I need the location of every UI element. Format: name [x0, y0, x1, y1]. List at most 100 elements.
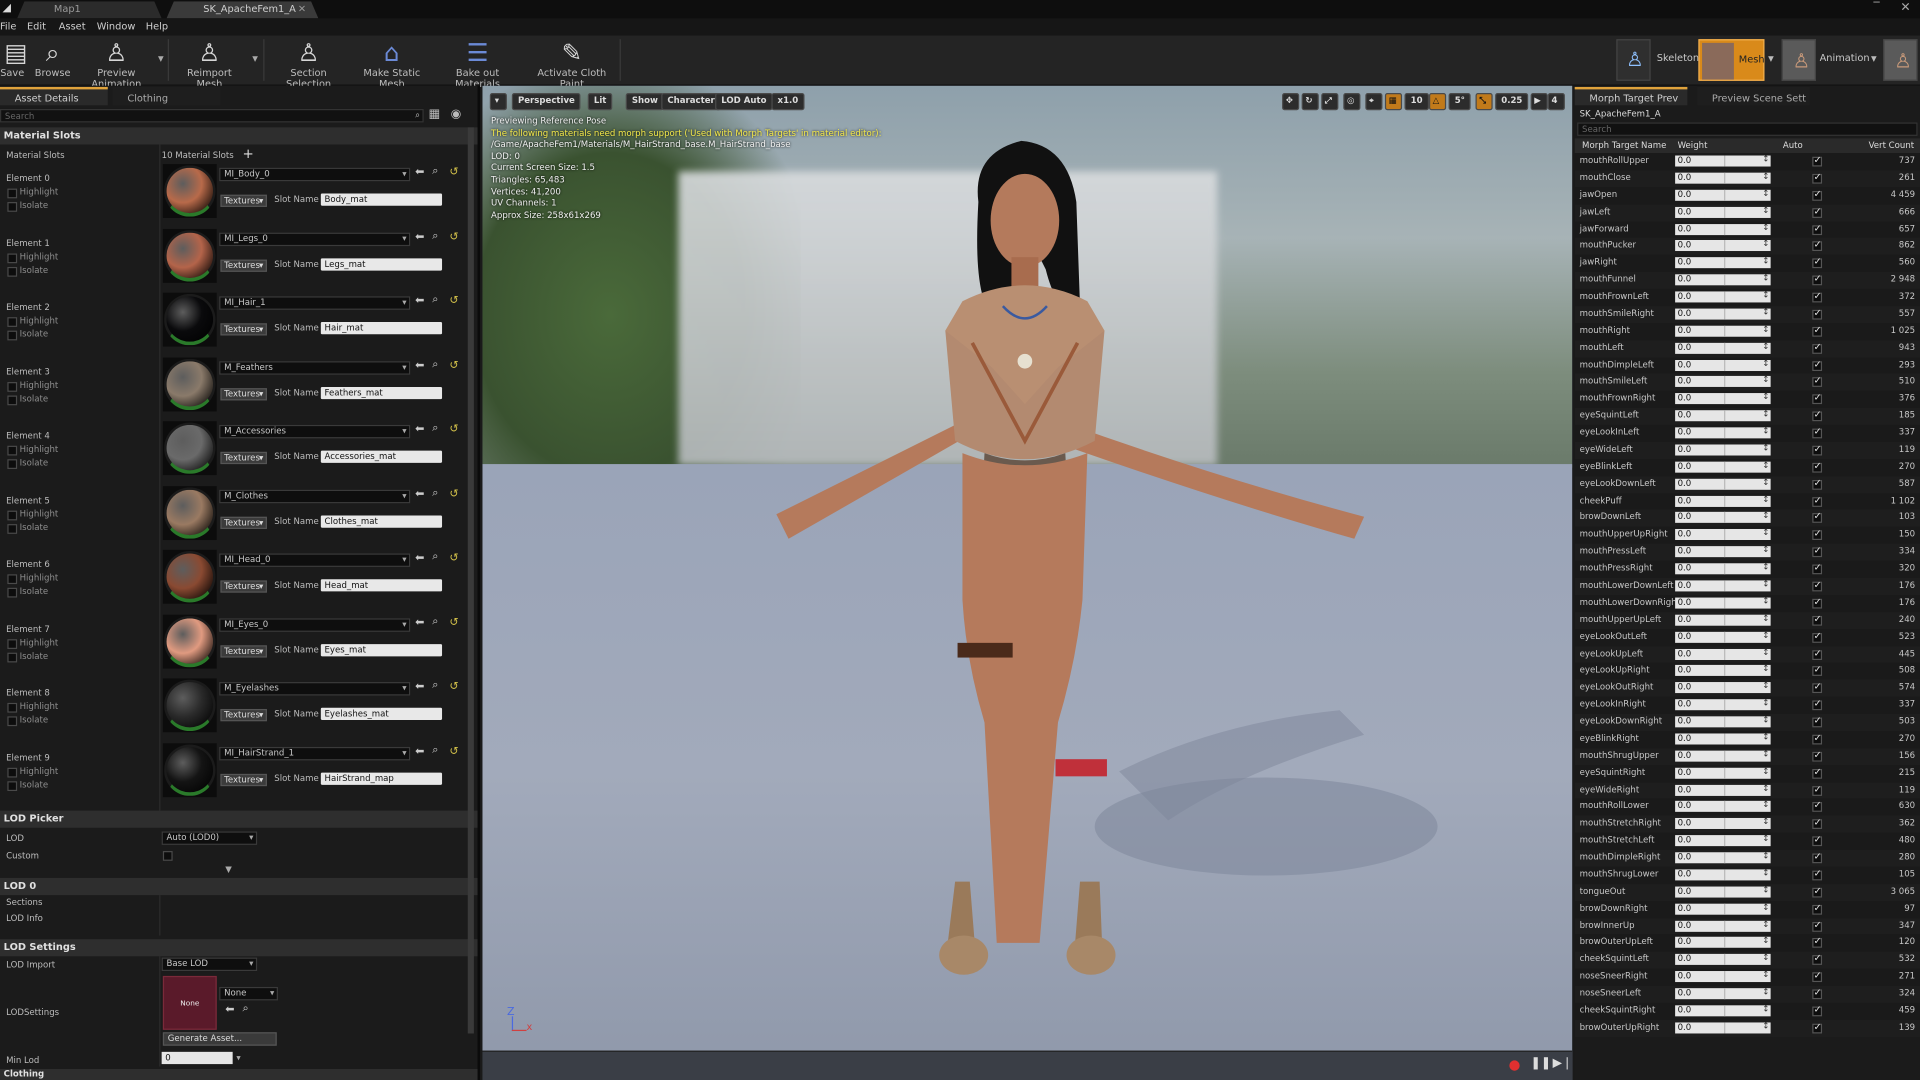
window-close-icon[interactable]: ✕ — [1900, 1, 1910, 14]
textures-dropdown[interactable]: Textures — [220, 451, 267, 465]
morph-target-row[interactable]: cheekSquintRight 0.0 459 — [1574, 1002, 1920, 1021]
reset-arrow-icon[interactable]: ↺ — [449, 424, 458, 436]
morph-weight-input[interactable]: 0.0 — [1675, 223, 1725, 235]
material-thumbnail[interactable] — [162, 356, 217, 411]
textures-dropdown[interactable]: Textures — [220, 194, 267, 207]
morph-weight-slider[interactable] — [1724, 239, 1771, 252]
use-selected-arrow-icon[interactable]: ⬅ — [415, 295, 424, 307]
morph-weight-input[interactable]: 0.0 — [1675, 835, 1725, 847]
menu-help[interactable]: Help — [146, 21, 168, 32]
camera-speed-icon[interactable]: ▶ — [1530, 93, 1548, 111]
morph-auto-checkbox[interactable] — [1812, 528, 1823, 541]
highlight-checkbox[interactable] — [7, 252, 18, 263]
morph-target-row[interactable]: browOuterUpRight 0.0 139 — [1574, 1019, 1920, 1037]
lod-settings-thumbnail[interactable]: None — [162, 975, 217, 1030]
morph-weight-input[interactable]: 0.0 — [1675, 801, 1725, 813]
morph-auto-checkbox[interactable] — [1812, 409, 1823, 422]
world-local-icon[interactable]: ◎ — [1343, 93, 1361, 111]
skeleton-mode-label[interactable]: Skeleton — [1657, 53, 1699, 64]
material-thumbnail[interactable] — [162, 292, 217, 347]
morph-weight-input[interactable]: 0.0 — [1675, 971, 1725, 983]
material-thumbnail[interactable] — [162, 228, 217, 283]
isolate-checkbox[interactable] — [7, 202, 18, 212]
morph-target-row[interactable]: mouthFrownLeft 0.0 372 — [1574, 289, 1920, 307]
animation-dropdown-icon[interactable]: ▼ — [1871, 55, 1877, 64]
morph-weight-input[interactable]: 0.0 — [1675, 682, 1725, 694]
morph-auto-checkbox[interactable] — [1812, 562, 1823, 575]
morph-weight-slider[interactable] — [1724, 171, 1771, 184]
viewport-options-icon[interactable]: ▾ — [489, 93, 507, 111]
section-selection-button[interactable]: ♙ Section Selection — [272, 38, 345, 89]
morph-weight-slider[interactable] — [1724, 664, 1771, 677]
morph-auto-checkbox[interactable] — [1812, 579, 1823, 592]
morph-weight-slider[interactable] — [1724, 613, 1771, 626]
morph-target-row[interactable]: mouthShrugUpper 0.0 156 — [1574, 747, 1920, 766]
min-lod-input[interactable]: 0 — [161, 1051, 233, 1065]
preview-dropdown-icon[interactable]: ▼ — [158, 55, 164, 64]
morph-auto-checkbox[interactable] — [1812, 494, 1823, 507]
step-forward-icon[interactable]: ▶❘ — [1553, 1057, 1573, 1070]
lod-select[interactable]: Auto (LOD0) — [161, 831, 258, 845]
morph-target-row[interactable]: mouthSmileRight 0.0 557 — [1574, 306, 1920, 324]
section-clothing[interactable]: Clothing — [0, 1068, 478, 1080]
morph-weight-slider[interactable] — [1724, 647, 1771, 660]
isolate-checkbox[interactable] — [7, 394, 18, 405]
morph-auto-checkbox[interactable] — [1812, 205, 1823, 218]
morph-auto-checkbox[interactable] — [1812, 885, 1823, 898]
morph-target-row[interactable]: cheekPuff 0.0 1 102 — [1574, 492, 1920, 511]
morph-auto-checkbox[interactable] — [1812, 783, 1823, 796]
morph-weight-slider[interactable] — [1724, 902, 1771, 915]
highlight-checkbox[interactable] — [7, 188, 18, 199]
morph-target-row[interactable]: jawOpen 0.0 4 459 — [1574, 187, 1920, 205]
morph-target-row[interactable]: eyeLookUpRight 0.0 508 — [1574, 662, 1920, 681]
morph-target-row[interactable]: jawLeft 0.0 666 — [1574, 204, 1920, 222]
morph-auto-checkbox[interactable] — [1812, 936, 1823, 949]
morph-weight-slider[interactable] — [1724, 154, 1771, 167]
rotation-snap-button[interactable]: 5° — [1448, 93, 1472, 111]
browse-magnifier-icon[interactable]: ⌕ — [432, 487, 438, 499]
morph-target-row[interactable]: tongueOut 0.0 3 065 — [1574, 883, 1920, 902]
morph-auto-checkbox[interactable] — [1812, 987, 1823, 1000]
morph-weight-slider[interactable] — [1724, 460, 1771, 473]
header-weight[interactable]: Weight — [1678, 141, 1708, 151]
morph-auto-checkbox[interactable] — [1812, 324, 1823, 337]
morph-weight-input[interactable]: 0.0 — [1675, 784, 1725, 796]
morph-weight-input[interactable]: 0.0 — [1675, 767, 1725, 779]
morph-target-row[interactable]: browInnerUp 0.0 347 — [1574, 917, 1920, 936]
save-button[interactable]: ▤ Save — [0, 38, 27, 85]
morph-auto-checkbox[interactable] — [1812, 477, 1823, 490]
header-auto[interactable]: Auto — [1783, 141, 1803, 151]
morph-weight-input[interactable]: 0.0 — [1675, 869, 1725, 881]
mesh-dropdown-icon[interactable]: ▼ — [1768, 55, 1774, 64]
morph-weight-slider[interactable] — [1724, 936, 1771, 949]
morph-target-row[interactable]: mouthPressLeft 0.0 334 — [1574, 543, 1920, 562]
morph-weight-slider[interactable] — [1724, 562, 1771, 575]
morph-target-row[interactable]: mouthLeft 0.0 943 — [1574, 340, 1920, 358]
highlight-checkbox[interactable] — [7, 510, 18, 520]
morph-weight-slider[interactable] — [1724, 868, 1771, 881]
translate-icon[interactable]: ✥ — [1282, 93, 1300, 111]
material-thumbnail[interactable] — [162, 485, 217, 540]
material-thumbnail[interactable] — [162, 421, 217, 476]
morph-auto-checkbox[interactable] — [1812, 239, 1823, 252]
morph-weight-slider[interactable] — [1724, 1004, 1771, 1017]
highlight-checkbox[interactable] — [7, 381, 18, 392]
timeline-bar[interactable]: ● ❚❚ ▶❘ — [482, 1050, 1573, 1080]
morph-weight-slider[interactable] — [1724, 392, 1771, 405]
morph-weight-input[interactable]: 0.0 — [1675, 444, 1725, 456]
morph-auto-checkbox[interactable] — [1812, 511, 1823, 524]
morph-target-row[interactable]: noseSneerRight 0.0 271 — [1574, 968, 1920, 987]
morph-weight-input[interactable]: 0.0 — [1675, 546, 1725, 558]
material-thumbnail[interactable] — [162, 742, 217, 797]
isolate-checkbox[interactable] — [7, 459, 18, 469]
use-selected-arrow-icon[interactable]: ⬅ — [415, 488, 424, 500]
perspective-button[interactable]: Perspective — [511, 93, 581, 111]
morph-weight-input[interactable]: 0.0 — [1675, 240, 1725, 252]
rotate-icon[interactable]: ↻ — [1301, 93, 1319, 111]
generate-asset-button[interactable]: Generate Asset... — [162, 1032, 277, 1046]
morph-weight-input[interactable]: 0.0 — [1675, 614, 1725, 626]
morph-weight-slider[interactable] — [1724, 800, 1771, 813]
morph-weight-slider[interactable] — [1724, 579, 1771, 592]
morph-auto-checkbox[interactable] — [1812, 460, 1823, 473]
min-lod-dropdown-icon[interactable]: ▾ — [236, 1053, 240, 1063]
